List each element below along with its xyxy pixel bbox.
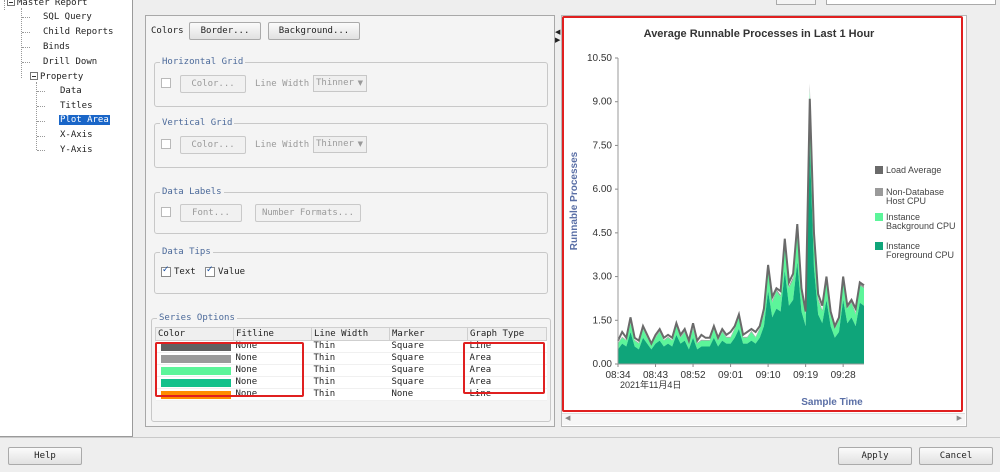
data-tips-value-checkbox[interactable]: [205, 265, 215, 277]
colors-label: Colors: [151, 26, 184, 36]
horizontal-grid-color-button[interactable]: Color...: [180, 75, 246, 93]
chevron-down-icon: ▼: [357, 140, 363, 148]
color-fitline-highlight: [155, 342, 304, 397]
scroll-left-icon[interactable]: ◀: [565, 414, 570, 422]
series-line-width-cell[interactable]: Thin: [311, 388, 390, 401]
data-labels-group: Data Labels Font... Number Formats...: [154, 186, 548, 234]
tree-item-drill-down[interactable]: Drill Down: [43, 56, 97, 69]
tree-item-data[interactable]: Data: [60, 85, 82, 98]
series-marker-cell[interactable]: Square: [389, 352, 468, 365]
chart-horizontal-scrollbar[interactable]: ◀ ▶: [562, 413, 965, 425]
help-button[interactable]: Help: [8, 447, 82, 465]
collapse-icon[interactable]: [30, 72, 38, 80]
series-marker-cell[interactable]: Square: [389, 340, 468, 353]
tree-item-master-report[interactable]: Master Report: [7, 0, 87, 10]
data-tips-title: Data Tips: [160, 246, 213, 258]
arrow-right-icon: ▶: [555, 36, 561, 44]
apply-button[interactable]: Apply: [838, 447, 912, 465]
report-tree: Master Report SQL Query Child Reports Bi…: [0, 0, 133, 437]
horizontal-grid-line-width-select[interactable]: Thinner ▼: [313, 75, 367, 92]
tree-item-titles[interactable]: Titles: [60, 100, 93, 113]
series-line-width-cell[interactable]: Thin: [311, 376, 390, 389]
cancel-button[interactable]: Cancel: [919, 447, 993, 465]
background-button[interactable]: Background...: [268, 22, 360, 40]
series-marker-cell[interactable]: Square: [389, 376, 468, 389]
toolbar-fragment: [776, 0, 816, 5]
column-header-marker[interactable]: Marker: [389, 327, 468, 341]
number-formats-button[interactable]: Number Formats...: [255, 204, 361, 222]
data-tips-text-label: Text: [174, 267, 196, 277]
series-line-width-cell[interactable]: Thin: [311, 364, 390, 377]
tree-item-y-axis[interactable]: Y-Axis: [60, 144, 93, 157]
chart-highlight: [562, 16, 963, 412]
data-tips-value-label: Value: [218, 267, 246, 277]
horizontal-grid-checkbox[interactable]: [161, 78, 171, 88]
chevron-down-icon: ▼: [357, 79, 363, 87]
data-tips-group: Data Tips Text Value: [154, 246, 548, 294]
tree-item-binds[interactable]: Binds: [43, 41, 70, 54]
tree-item-property[interactable]: Property: [30, 71, 83, 84]
horizontal-grid-title: Horizontal Grid: [160, 56, 246, 68]
data-tips-text-checkbox[interactable]: [161, 265, 171, 277]
tree-item-plot-area[interactable]: Plot Area: [59, 114, 110, 127]
border-button[interactable]: Border...: [189, 22, 261, 40]
graph-type-highlight: [463, 342, 545, 394]
series-marker-cell[interactable]: Square: [389, 364, 468, 377]
collapse-icon[interactable]: [7, 0, 15, 6]
data-labels-font-button[interactable]: Font...: [180, 204, 242, 222]
vertical-grid-group: Vertical Grid Color... Line Width Thinne…: [154, 117, 548, 168]
column-header-graph-type[interactable]: Graph Type: [467, 327, 547, 341]
vertical-grid-line-width-label: Line Width: [255, 140, 310, 150]
column-header-fitline[interactable]: Fitline: [233, 327, 312, 341]
series-line-width-cell[interactable]: Thin: [311, 340, 390, 353]
data-labels-title: Data Labels: [160, 186, 224, 198]
horizontal-grid-group: Horizontal Grid Color... Line Width Thin…: [154, 56, 548, 107]
series-options-title: Series Options: [157, 312, 237, 324]
horizontal-grid-line-width-label: Line Width: [255, 79, 310, 89]
series-line-width-cell[interactable]: Thin: [311, 352, 390, 365]
vertical-grid-color-button[interactable]: Color...: [180, 136, 246, 154]
column-header-line-width[interactable]: Line Width: [311, 327, 390, 341]
tree-item-sql-query[interactable]: SQL Query: [43, 11, 92, 24]
tree-item-child-reports[interactable]: Child Reports: [43, 26, 113, 39]
tree-item-x-axis[interactable]: X-Axis: [60, 129, 93, 142]
vertical-grid-checkbox[interactable]: [161, 139, 171, 149]
splitter-arrows[interactable]: ◀ ▶: [555, 28, 560, 44]
column-header-color[interactable]: Color: [155, 327, 234, 341]
vertical-grid-line-width-select[interactable]: Thinner ▼: [313, 136, 367, 153]
series-marker-cell[interactable]: None: [389, 388, 468, 401]
toolbar-fragment: [826, 0, 996, 5]
data-labels-checkbox[interactable]: [161, 207, 171, 217]
arrow-left-icon: ◀: [555, 28, 561, 36]
vertical-grid-title: Vertical Grid: [160, 117, 235, 129]
scroll-right-icon[interactable]: ▶: [957, 414, 962, 422]
